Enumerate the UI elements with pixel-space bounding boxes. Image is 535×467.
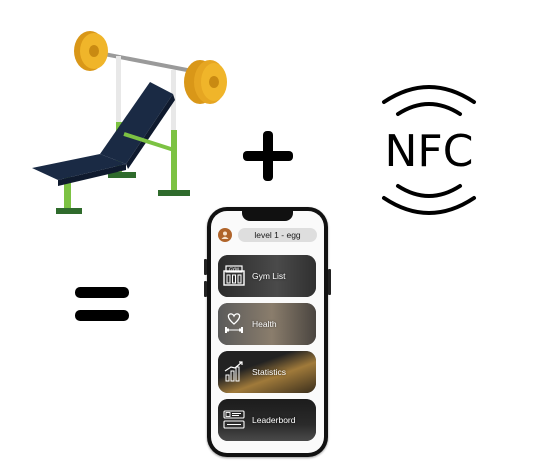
phone-power-button bbox=[328, 269, 331, 295]
menu-card-gym-list[interactable]: GYM Gym List bbox=[218, 255, 316, 297]
menu-card-health[interactable]: Health bbox=[218, 303, 316, 345]
user-icon bbox=[221, 231, 229, 239]
svg-text:GYM: GYM bbox=[229, 267, 239, 273]
menu-card-leaderboard[interactable]: Leaderbord bbox=[218, 399, 316, 441]
bench-press-illustration bbox=[32, 31, 227, 214]
menu-label-leaderboard: Leaderbord bbox=[252, 415, 296, 425]
phone-notch bbox=[242, 211, 293, 221]
menu-card-statistics[interactable]: Statistics bbox=[218, 351, 316, 393]
heart-dumbbell-icon bbox=[225, 313, 243, 333]
menu-label-gym-list: Gym List bbox=[252, 271, 286, 281]
menu-label-health: Health bbox=[252, 319, 277, 329]
nfc-text: NFC bbox=[385, 126, 474, 177]
phone-screen: level 1 - egg GYM Gym List Health Statis… bbox=[211, 211, 324, 453]
gym-building-icon: GYM bbox=[223, 265, 245, 286]
plus-icon bbox=[240, 128, 296, 184]
phone-side-button bbox=[204, 281, 207, 297]
equals-icon bbox=[72, 283, 132, 327]
leaderboard-card-icon bbox=[223, 410, 245, 429]
phone-side-button bbox=[204, 259, 207, 275]
phone-mockup: level 1 - egg GYM Gym List Health Statis… bbox=[204, 207, 331, 457]
avatar[interactable] bbox=[218, 228, 232, 242]
bar-chart-icon bbox=[224, 361, 243, 382]
level-badge: level 1 - egg bbox=[238, 228, 317, 242]
nfc-logo: NFC bbox=[370, 80, 488, 220]
app-topbar: level 1 - egg bbox=[218, 226, 317, 244]
menu-label-statistics: Statistics bbox=[252, 367, 287, 377]
